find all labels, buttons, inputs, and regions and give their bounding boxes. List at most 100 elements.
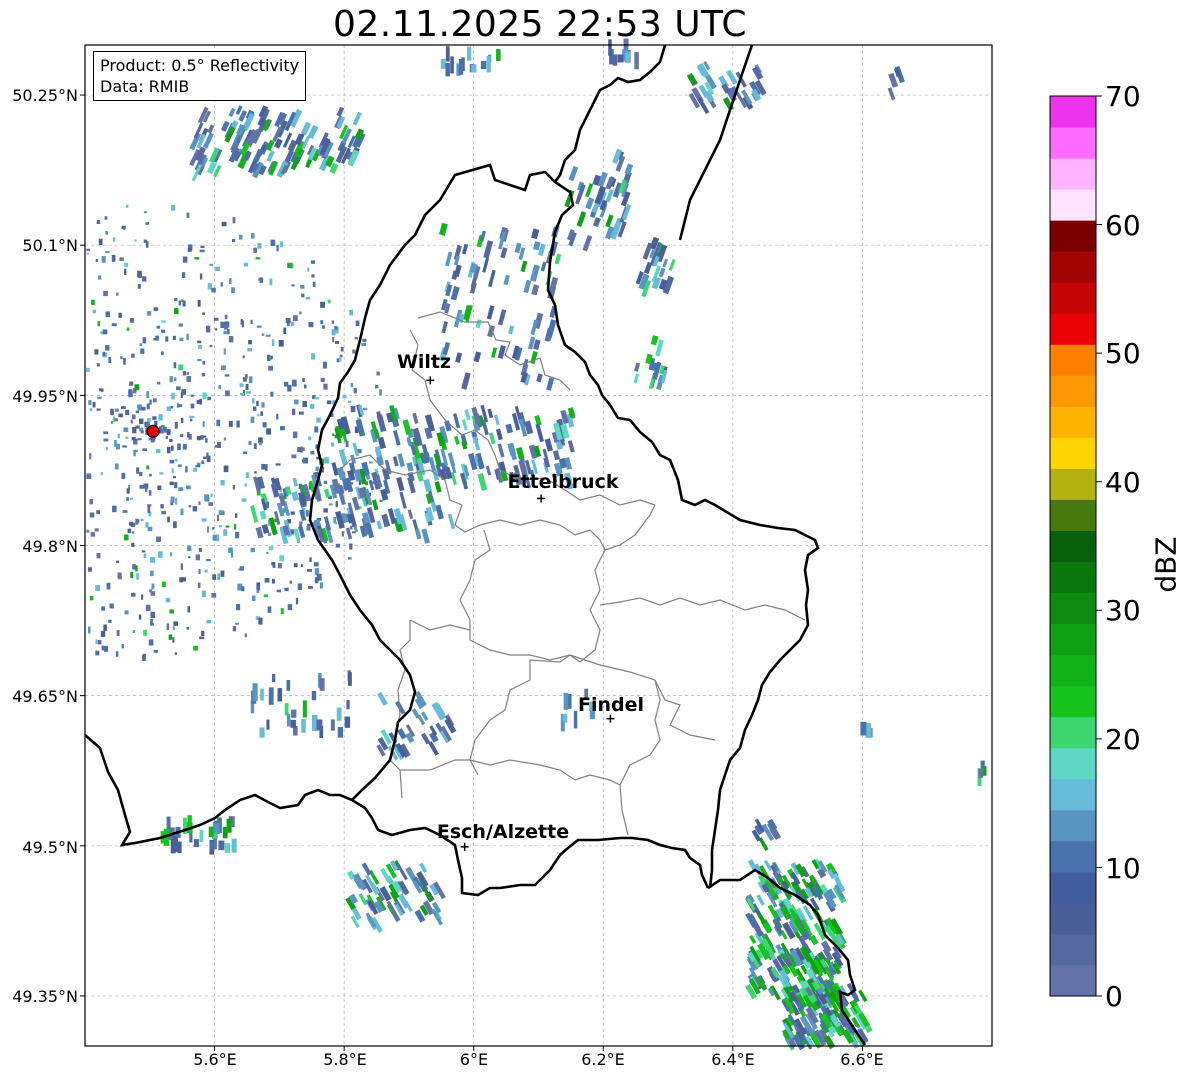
echo-pixel xyxy=(190,403,195,409)
echo-pixel xyxy=(185,485,191,490)
graticule xyxy=(85,45,992,1046)
echo-pixel xyxy=(148,490,152,496)
echo-pixel xyxy=(136,467,140,474)
echo-pixel xyxy=(110,408,114,416)
echo-pixel xyxy=(170,496,175,503)
echo-pixel xyxy=(224,314,228,320)
echo-pixel xyxy=(259,510,267,520)
echo-pixel xyxy=(220,570,225,577)
echo-pixel xyxy=(86,473,92,479)
lat-label: 49.35°N xyxy=(12,987,78,1006)
echo-pixel xyxy=(307,267,310,272)
echo-pixel xyxy=(152,416,157,420)
echo-pixel xyxy=(342,394,347,399)
colorbar-segment xyxy=(1050,96,1096,128)
echo-pixel xyxy=(300,564,303,567)
echo-pixel xyxy=(407,509,414,520)
echo-pixel xyxy=(171,392,175,400)
echo-pixel xyxy=(208,826,214,838)
echo-pixel xyxy=(605,189,614,203)
radar-echoes xyxy=(86,38,987,1051)
echo-pixel xyxy=(174,497,178,505)
echo-pixel xyxy=(207,526,210,533)
echo-pixel xyxy=(216,419,221,427)
echo-pixel xyxy=(152,398,157,403)
echo-pixel xyxy=(169,459,175,464)
lon-label: 6°E xyxy=(459,1050,489,1069)
echo-pixel xyxy=(447,513,456,530)
city-label-ettelbruck: Ettelbruck xyxy=(507,471,619,493)
echo-pixel xyxy=(147,417,151,423)
radar-map xyxy=(80,38,1102,1051)
echo-pixel xyxy=(110,421,114,424)
echo-pixel xyxy=(95,650,100,656)
echo-pixel xyxy=(95,584,101,592)
echo-pixel xyxy=(174,308,179,315)
echo-pixel xyxy=(625,51,631,62)
echo-pixel xyxy=(397,728,407,740)
echo-pixel xyxy=(129,381,134,386)
echo-pixel xyxy=(270,355,273,360)
echo-pixel xyxy=(440,58,446,69)
echo-pixel xyxy=(148,639,154,646)
colorbar-segment xyxy=(1050,902,1096,935)
echo-pixel xyxy=(96,220,101,224)
echo-pixel xyxy=(90,532,96,537)
echo-pixel xyxy=(323,480,328,485)
echo-pixel xyxy=(241,586,245,592)
echo-pixel xyxy=(286,713,291,727)
echo-pixel xyxy=(166,406,172,411)
echo-pixel xyxy=(312,281,316,288)
echo-pixel xyxy=(412,412,419,424)
echo-pixel xyxy=(126,327,130,331)
echo-pixel xyxy=(140,430,144,434)
echo-pixel xyxy=(103,624,107,631)
echo-pixel xyxy=(206,558,211,562)
echo-pixel xyxy=(174,297,178,301)
echo-pixel xyxy=(197,299,201,307)
echo-pixel xyxy=(201,590,206,598)
echo-pixel xyxy=(439,222,448,236)
echo-pixel xyxy=(261,523,270,534)
echo-pixel xyxy=(450,56,454,74)
echo-pixel xyxy=(295,597,299,605)
echo-pixel xyxy=(180,508,184,516)
echo-pixel xyxy=(477,473,488,491)
echo-pixel xyxy=(89,498,93,505)
echo-pixel xyxy=(192,505,198,512)
echo-pixel xyxy=(302,378,305,383)
echo-pixel xyxy=(118,312,122,318)
echo-pixel xyxy=(86,252,89,255)
echo-pixel xyxy=(146,391,150,399)
echo-pixel xyxy=(303,384,307,389)
echo-pixel xyxy=(450,471,457,486)
echo-pixel xyxy=(327,299,331,304)
echo-pixel xyxy=(182,444,187,450)
echo-pixel xyxy=(461,243,469,255)
echo-pixel xyxy=(361,862,372,876)
echo-pixel xyxy=(198,345,203,349)
echo-pixel xyxy=(95,639,98,645)
echo-pixel xyxy=(585,183,594,198)
echo-pixel xyxy=(102,351,106,357)
echo-pixel xyxy=(361,342,367,347)
echo-pixel xyxy=(109,603,114,609)
echo-pixel xyxy=(218,384,222,390)
colorbar-segment xyxy=(1050,344,1096,376)
echo-pixel xyxy=(89,453,92,460)
echo-pixel xyxy=(124,534,129,541)
colorbar-segment xyxy=(1050,840,1096,873)
echo-pixel xyxy=(248,440,252,446)
echo-pixel xyxy=(170,406,174,409)
echo-pixel xyxy=(300,284,305,289)
echo-pixel xyxy=(142,337,147,344)
echo-pixel xyxy=(280,241,283,248)
echo-pixel xyxy=(244,633,247,638)
echo-pixel xyxy=(271,562,275,566)
echo-pixel xyxy=(161,320,166,323)
echo-pixel xyxy=(268,687,274,705)
echo-pixel xyxy=(530,350,538,365)
echo-pixel xyxy=(145,522,149,528)
echo-pixel xyxy=(546,377,555,391)
echo-pixel xyxy=(292,431,298,439)
